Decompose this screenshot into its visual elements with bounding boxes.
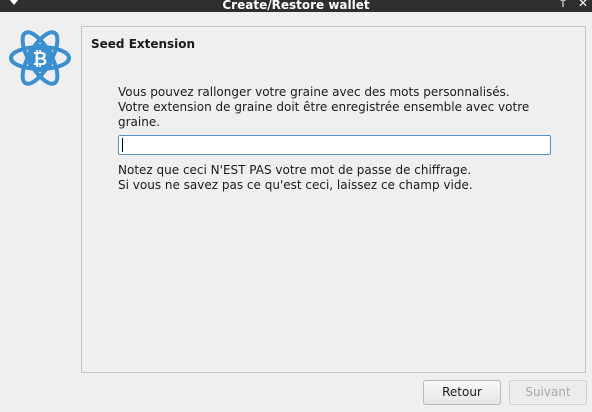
electrum-logo-icon: ₿ — [8, 26, 72, 90]
seed-extension-note: Notez que ceci N'EST PAS votre mot de pa… — [118, 163, 558, 193]
close-icon[interactable]: ✕ — [576, 0, 590, 10]
seed-extension-panel: Seed Extension Vous pouvez rallonger vot… — [81, 26, 586, 373]
create-restore-wallet-window: Create/Restore wallet ↑ ✕ ₿ Seed Extensi… — [0, 0, 592, 412]
seed-extension-input[interactable] — [118, 135, 551, 155]
message-line: graine. — [118, 115, 161, 129]
svg-text:₿: ₿ — [33, 49, 48, 70]
message-line: Votre extension de graine doit être enre… — [118, 100, 530, 114]
keep-above-arrow-icon[interactable]: ↑ — [556, 0, 570, 10]
next-button[interactable]: Suivant — [509, 380, 587, 405]
message-line: Vous pouvez rallonger votre graine avec … — [118, 85, 510, 99]
seed-extension-message: Vous pouvez rallonger votre graine avec … — [118, 85, 558, 130]
back-button[interactable]: Retour — [423, 380, 501, 405]
text-cursor — [122, 138, 123, 152]
window-title: Create/Restore wallet — [222, 0, 370, 12]
title-bar: Create/Restore wallet ↑ ✕ — [0, 0, 592, 12]
page-title: Seed Extension — [91, 37, 196, 51]
note-line: Si vous ne savez pas ce qu'est ceci, lai… — [118, 178, 473, 192]
note-line: Notez que ceci N'EST PAS votre mot de pa… — [118, 163, 472, 177]
